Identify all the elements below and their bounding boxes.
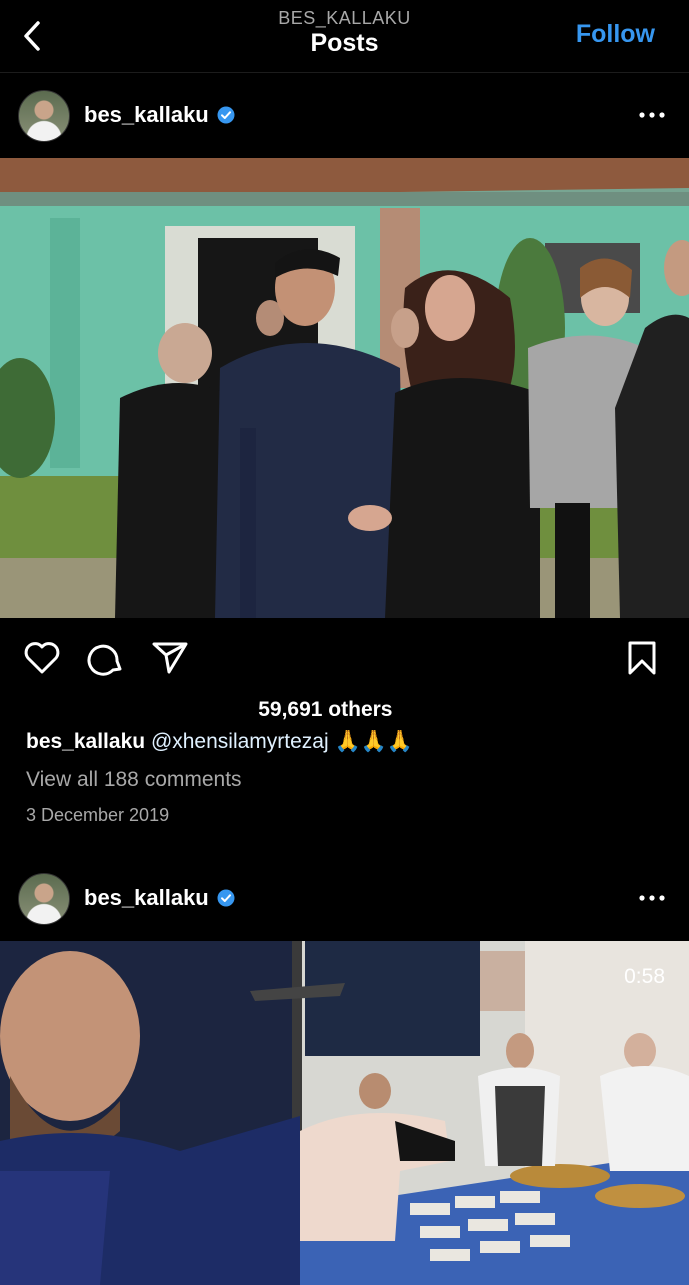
comment-button[interactable] (86, 638, 126, 678)
post-video-frame (0, 941, 689, 1285)
post-username-text: bes_kallaku (84, 102, 209, 127)
post-caption: bes_kallaku @xhensilamyrtezaj 🙏🙏🙏 (26, 730, 413, 754)
like-button[interactable] (22, 638, 62, 678)
save-button[interactable] (622, 638, 662, 678)
heart-icon (24, 642, 60, 674)
post-video[interactable]: 0:58 (0, 941, 689, 1285)
caption-emoji: 🙏🙏🙏 (334, 730, 413, 753)
post-actions (0, 618, 689, 696)
bookmark-icon (628, 641, 656, 675)
post-header: bes_kallaku (0, 73, 689, 158)
post-photo-image (0, 158, 689, 618)
follow-button[interactable]: Follow (576, 20, 655, 49)
post-username[interactable]: bes_kallaku (84, 102, 235, 128)
verified-badge-icon (217, 889, 235, 907)
caption-mention[interactable]: @xhensilamyrtezaj (151, 730, 329, 753)
avatar[interactable] (18, 90, 70, 142)
post-date: 3 December 2019 (26, 805, 170, 825)
more-horizontal-icon (639, 895, 665, 901)
caption-username[interactable]: bes_kallaku (26, 730, 145, 753)
view-comments-link[interactable]: View all 188 comments (26, 768, 242, 792)
likes-others-text: 59,691 others (258, 698, 393, 721)
post-photo[interactable] (0, 158, 689, 618)
post-username-text: bes_kallaku (84, 885, 209, 910)
share-button[interactable] (150, 638, 190, 678)
video-duration: 0:58 (624, 965, 665, 988)
more-options-button[interactable] (637, 103, 667, 127)
more-horizontal-icon (639, 112, 665, 118)
comment-icon (87, 644, 122, 676)
liked-by-prefix: Liked by someone and (26, 698, 253, 721)
verified-badge-icon (217, 106, 235, 124)
avatar[interactable] (18, 873, 70, 925)
post: bes_kallaku (0, 856, 689, 1285)
likes-count[interactable]: Liked by someone and 59,691 others (26, 698, 392, 722)
send-icon (152, 642, 188, 674)
post-username[interactable]: bes_kallaku (84, 885, 235, 911)
post: bes_kallaku (0, 73, 689, 825)
post-header: bes_kallaku (0, 856, 689, 941)
top-bar: BES_KALLAKU Posts Follow (0, 0, 689, 73)
more-options-button[interactable] (637, 886, 667, 910)
